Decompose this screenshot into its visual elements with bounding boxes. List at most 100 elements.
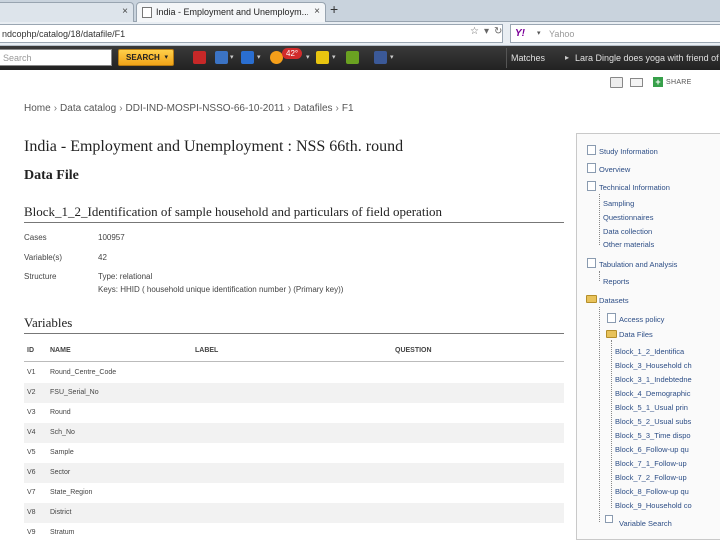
table-row[interactable]: V1 Round_Centre_Code <box>24 363 564 383</box>
variable-name[interactable]: State_Region <box>50 489 92 496</box>
facebook-dropdown-icon[interactable]: ▾ <box>390 53 394 61</box>
variable-name[interactable]: Sample <box>50 449 74 456</box>
new-tab-button[interactable]: + <box>330 1 338 17</box>
variable-name[interactable]: Round <box>50 409 71 416</box>
table-row[interactable]: V3 Round <box>24 403 564 423</box>
news-ticker-bullet-icon: ▸ <box>565 53 570 62</box>
sidebar-item-questionnaires[interactable]: Questionnaires <box>603 213 653 222</box>
sidebar-file-link[interactable]: Block_1_2_Identifica <box>615 347 684 356</box>
column-header-question[interactable]: QUESTION <box>395 347 432 354</box>
reload-icon[interactable]: ↻ <box>494 26 502 37</box>
sidebar-item-variable-search[interactable]: Variable Search <box>619 519 672 528</box>
table-row[interactable]: V4 Sch_No <box>24 423 564 443</box>
meta-structure-key: Structure <box>24 272 57 281</box>
title-divider <box>24 222 564 223</box>
antivirus-icon[interactable] <box>193 51 206 64</box>
table-header-divider <box>24 361 564 362</box>
sidebar-item-datasets[interactable]: Datasets <box>599 296 629 305</box>
music-icon[interactable] <box>215 51 228 64</box>
music-dropdown-icon[interactable]: ▾ <box>230 53 234 61</box>
access-policy-icon <box>607 313 616 323</box>
variable-name[interactable]: Stratum <box>50 529 75 536</box>
column-header-name[interactable]: NAME <box>50 347 71 354</box>
coupons-icon[interactable] <box>346 51 359 64</box>
table-row[interactable]: V7 State_Region <box>24 483 564 503</box>
share-plus-icon[interactable]: + <box>653 77 663 87</box>
history-dropdown-icon[interactable]: ▾ <box>484 26 489 37</box>
mail-icon[interactable] <box>241 51 254 64</box>
tab-1-close-icon[interactable]: × <box>122 6 128 17</box>
variable-name[interactable]: Round_Centre_Code <box>50 369 116 376</box>
sidebar-file-link[interactable]: Block_3_1_Indebtedne <box>615 375 692 384</box>
sidebar-file-link[interactable]: Block_7_1_Follow-up <box>615 459 687 468</box>
breadcrumb-separator: › <box>53 103 58 114</box>
sidebar-item-access-policy[interactable]: Access policy <box>619 315 664 324</box>
variable-name[interactable]: District <box>50 509 71 516</box>
sidebar-file-link[interactable]: Block_9_Household co <box>615 501 692 510</box>
document-icon <box>587 163 596 173</box>
table-row[interactable]: V5 Sample <box>24 443 564 463</box>
breadcrumb-study-id[interactable]: DDI-IND-MOSPI-NSSO-66-10-2011 <box>126 103 285 114</box>
email-page-icon[interactable] <box>630 78 643 87</box>
sidebar-file-link[interactable]: Block_3_Household ch <box>615 361 692 370</box>
breadcrumb-data-catalog[interactable]: Data catalog <box>60 103 116 114</box>
toolbar-search-input[interactable]: Search <box>0 49 112 66</box>
facebook-icon[interactable] <box>374 51 387 64</box>
variable-name[interactable]: FSU_Serial_No <box>50 389 99 396</box>
variable-name[interactable]: Sector <box>50 469 70 476</box>
page-favicon-icon <box>142 7 152 18</box>
variable-id: V3 <box>27 409 36 416</box>
variable-id: V8 <box>27 509 36 516</box>
breadcrumb-datafiles[interactable]: Datafiles <box>294 103 333 114</box>
table-row[interactable]: V8 District <box>24 503 564 523</box>
navigation-bar: ndcophp/catalog/18/datafile/F1 ☆ ▾ ↻ Y! … <box>0 22 720 46</box>
address-bar[interactable]: ndcophp/catalog/18/datafile/F1 <box>0 24 503 43</box>
sidebar-item-data-files[interactable]: Data Files <box>619 330 653 339</box>
weather-dropdown-icon[interactable]: ▾ <box>306 53 310 61</box>
breadcrumb-separator: › <box>335 103 339 114</box>
sidebar-file-link[interactable]: Block_6_Follow-up qu <box>615 445 689 454</box>
browser-search-box[interactable]: Y! ▾ Yahoo <box>510 24 720 43</box>
tab-2-close-icon[interactable]: × <box>314 6 320 17</box>
variable-name[interactable]: Sch_No <box>50 429 75 436</box>
bookmark-star-icon[interactable]: ☆ <box>470 26 479 37</box>
sidebar-item-overview[interactable]: Overview <box>599 165 630 174</box>
column-header-id[interactable]: ID <box>27 347 34 354</box>
sidebar-file-link[interactable]: Block_5_1_Usual prin <box>615 403 688 412</box>
toolbar-news-ticker[interactable]: Lara Dingle does yoga with friend of <box>575 53 719 63</box>
share-label[interactable]: SHARE <box>666 79 692 86</box>
breadcrumb-home[interactable]: Home <box>24 103 51 114</box>
sidebar-file-link[interactable]: Block_7_2_Follow-up <box>615 473 687 482</box>
table-row[interactable]: V9 Stratum <box>24 523 564 540</box>
variables-title: Variables <box>24 315 73 330</box>
sidebar-file-link[interactable]: Block_5_2_Usual subs <box>615 417 691 426</box>
column-header-label[interactable]: LABEL <box>195 347 218 354</box>
sidebar-file-link[interactable]: Block_8_Follow-up qu <box>615 487 689 496</box>
sidebar-file-link[interactable]: Block_5_3_Time dispo <box>615 431 691 440</box>
search-dropdown-icon[interactable]: ▾ <box>164 53 168 61</box>
variable-id: V1 <box>27 369 36 376</box>
sidebar-item-other-materials[interactable]: Other materials <box>603 240 654 249</box>
browser-tab-1[interactable]: × <box>0 2 134 22</box>
toolbar-search-button[interactable]: SEARCH ▾ <box>118 49 174 66</box>
sidebar-item-technical-information[interactable]: Technical Information <box>599 183 670 192</box>
browser-tab-2[interactable]: India - Employment and Unemploym... × <box>136 2 326 22</box>
toolbar-link-matches[interactable]: Matches <box>511 53 545 63</box>
sidebar-item-sampling[interactable]: Sampling <box>603 199 634 208</box>
sidebar-item-tabulation[interactable]: Tabulation and Analysis <box>599 260 677 269</box>
games-dropdown-icon[interactable]: ▾ <box>332 53 336 61</box>
print-icon[interactable] <box>610 77 623 88</box>
toolbar-search-placeholder: Search <box>3 53 32 63</box>
sidebar-item-reports[interactable]: Reports <box>603 277 629 286</box>
sidebar-item-data-collection[interactable]: Data collection <box>603 227 652 236</box>
games-icon[interactable] <box>316 51 329 64</box>
weather-temperature-badge[interactable]: 42° <box>282 48 303 59</box>
table-row[interactable]: V2 FSU_Serial_No <box>24 383 564 403</box>
search-engine-dropdown-icon[interactable]: ▾ <box>537 29 541 37</box>
mail-dropdown-icon[interactable]: ▾ <box>257 53 261 61</box>
tab-strip: × India - Employment and Unemploym... × … <box>0 0 720 22</box>
sidebar-file-link[interactable]: Block_4_Demographic <box>615 389 690 398</box>
table-row[interactable]: V6 Sector <box>24 463 564 483</box>
sidebar-item-study-information[interactable]: Study Information <box>599 147 658 156</box>
section-title: Data File <box>24 168 79 183</box>
